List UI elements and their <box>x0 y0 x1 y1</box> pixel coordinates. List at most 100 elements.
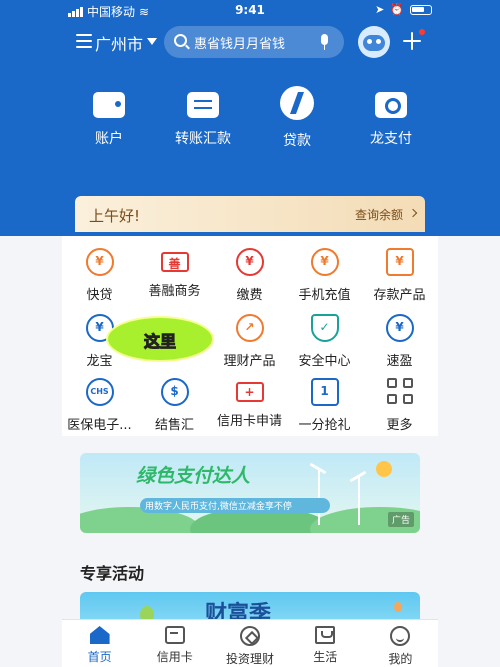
balloon-icon <box>394 602 402 612</box>
home-icon <box>89 626 110 644</box>
life-icon <box>315 626 336 644</box>
tab-label: 首页 <box>87 650 112 664</box>
service-label: 结售汇 <box>154 418 194 433</box>
quick-action-dragon-pay[interactable]: 龙支付 <box>344 86 438 156</box>
banner-title: 绿色支付达人 <box>136 465 251 487</box>
mascot-avatar[interactable] <box>358 26 390 58</box>
invest-icon <box>240 626 260 646</box>
add-icon[interactable] <box>403 29 425 50</box>
service-label: 信用卡申请 <box>216 414 282 429</box>
search-placeholder: 惠省钱月月省钱 <box>194 37 286 52</box>
service-label: 医保电子... <box>67 418 132 433</box>
location-icon: ➤ <box>375 3 385 16</box>
quick-action-transfer[interactable]: 转账汇款 <box>156 86 250 156</box>
tab-home[interactable]: 首页 <box>62 620 137 667</box>
wallet-icon <box>93 92 125 118</box>
quick-action-label: 龙支付 <box>370 131 412 147</box>
search-bar[interactable]: 惠省钱月月省钱 <box>164 26 344 58</box>
section-title: 专享活动 <box>80 564 145 583</box>
sun-icon <box>376 461 392 477</box>
service-label: 存款产品 <box>373 288 426 303</box>
phone-topup-icon: ¥ <box>310 248 339 276</box>
annotation-bubble: 这里 <box>108 318 212 360</box>
service-label: 善融商务 <box>148 284 201 299</box>
service-deposit[interactable]: ¥ 存款产品 <box>362 248 437 303</box>
tab-label: 信用卡 <box>156 650 193 664</box>
security-icon: ✓ <box>310 314 339 342</box>
top-bar: 广州市 惠省钱月月省钱 <box>0 26 500 60</box>
bottom-tab-bar: 首页 信用卡 投资理财 生活 我的 <box>62 619 438 667</box>
service-payment[interactable]: ¥ 缴费 <box>212 248 287 303</box>
tab-credit-card[interactable]: 信用卡 <box>137 620 212 667</box>
alarm-icon: ⏰ <box>390 3 404 16</box>
service-shanrong[interactable]: 善 善融商务 <box>137 248 212 299</box>
credit-card-apply-icon: + <box>235 382 264 402</box>
battery-icon <box>410 4 432 15</box>
greeting-text: 上午好! <box>89 207 141 225</box>
wealth-icon: ↗ <box>235 314 264 342</box>
quick-action-account[interactable]: 账户 <box>62 86 156 156</box>
annotation-text: 这里 <box>143 332 176 352</box>
tab-mine[interactable]: 我的 <box>363 620 438 667</box>
check-balance-link[interactable]: 查询余额 <box>355 206 403 223</box>
service-quick-loan[interactable]: ¥ 快贷 <box>62 248 137 303</box>
payment-icon: ¥ <box>235 248 264 276</box>
suying-icon: ¥ <box>385 314 414 342</box>
exchange-icon: $ <box>160 378 189 406</box>
microphone-icon[interactable] <box>321 34 328 50</box>
credit-card-icon <box>164 626 185 644</box>
service-label: 速盈 <box>386 354 413 369</box>
service-label: 安全中心 <box>298 354 351 369</box>
service-phone-topup[interactable]: ¥ 手机充值 <box>287 248 362 303</box>
transfer-icon <box>187 92 219 118</box>
tab-label: 生活 <box>313 650 338 664</box>
banner-subtitle: 用数字人民币支付,微信立减金享不停 <box>140 498 330 513</box>
app-header: 中国移动 ≋ 9:41 ➤ ⏰ 广州市 惠省钱月月省钱 账户 转账汇款 贷款 龙… <box>0 0 500 236</box>
service-label: 快贷 <box>86 288 113 303</box>
search-icon <box>174 34 187 47</box>
greeting-bar: 上午好! 查询余额 <box>75 196 425 232</box>
service-more[interactable]: 更多 <box>362 378 437 433</box>
quick-action-label: 转账汇款 <box>175 131 231 147</box>
tab-invest[interactable]: 投资理财 <box>212 620 287 667</box>
profile-icon <box>390 626 411 646</box>
notification-dot <box>419 29 425 35</box>
service-security[interactable]: ✓ 安全中心 <box>287 314 362 369</box>
more-icon <box>386 378 413 404</box>
wind-turbine-icon <box>358 477 360 525</box>
tab-life[interactable]: 生活 <box>288 620 363 667</box>
quick-loan-icon: ¥ <box>85 248 114 276</box>
service-label: 手机充值 <box>298 288 351 303</box>
dragon-pay-icon <box>375 92 407 118</box>
gift-ticket-icon: 1 <box>310 378 339 406</box>
menu-icon[interactable] <box>76 34 92 48</box>
service-medical-insurance[interactable]: CHS 医保电子... <box>62 378 137 433</box>
shanrong-icon: 善 <box>160 252 189 272</box>
deposit-icon: ¥ <box>385 248 414 276</box>
quick-actions: 账户 转账汇款 贷款 龙支付 <box>62 86 438 156</box>
chevron-down-icon[interactable] <box>147 38 157 45</box>
service-wealth[interactable]: ↗ 理财产品 <box>212 314 287 369</box>
quick-action-label: 贷款 <box>283 133 311 149</box>
service-label: 理财产品 <box>223 354 276 369</box>
service-exchange[interactable]: $ 结售汇 <box>137 378 212 433</box>
status-bar: 中国移动 ≋ 9:41 ➤ ⏰ <box>0 0 500 22</box>
ad-tag: 广告 <box>387 512 414 527</box>
quick-action-loan[interactable]: 贷款 <box>250 86 344 156</box>
service-credit-card-apply[interactable]: + 信用卡申请 <box>212 378 287 429</box>
promo-banner[interactable]: 绿色支付达人 用数字人民币支付,微信立减金享不停 广告 <box>80 453 420 533</box>
status-icons: ➤ ⏰ <box>375 3 432 16</box>
tab-label: 我的 <box>388 652 413 666</box>
chevron-right-icon[interactable] <box>408 208 418 218</box>
service-suying[interactable]: ¥ 速盈 <box>362 314 437 369</box>
service-label: 龙宝 <box>86 354 113 369</box>
service-label: 一分抢礼 <box>298 418 351 433</box>
service-gift-ticket[interactable]: 1 一分抢礼 <box>287 378 362 433</box>
loan-icon <box>280 86 314 120</box>
quick-action-label: 账户 <box>95 131 123 147</box>
service-label: 缴费 <box>236 288 263 303</box>
medical-insurance-icon: CHS <box>85 378 114 406</box>
tab-label: 投资理财 <box>226 652 275 666</box>
wind-turbine-icon <box>318 469 320 525</box>
city-selector[interactable]: 广州市 <box>95 31 143 55</box>
